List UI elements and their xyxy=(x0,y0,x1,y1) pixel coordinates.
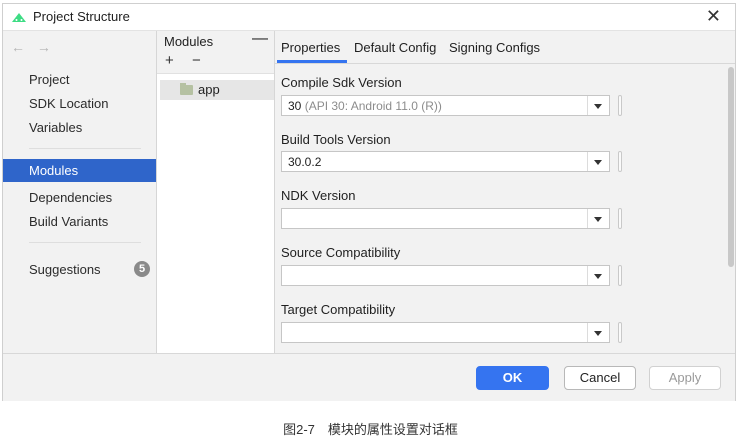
module-item-label: app xyxy=(198,82,220,97)
ndk-version-label: NDK Version xyxy=(281,188,356,203)
nav-item-sdk-location[interactable]: SDK Location xyxy=(29,96,109,111)
modules-panel: Modules — + − app xyxy=(157,30,275,353)
apply-button[interactable]: Apply xyxy=(649,366,721,390)
compile-sdk-label: Compile Sdk Version xyxy=(281,75,402,90)
properties-tab-bar: Properties Default Config Signing Config… xyxy=(275,31,735,64)
figure-caption: 图2-7 模块的属性设置对话框 xyxy=(283,422,458,437)
close-icon[interactable]: ✕ xyxy=(706,6,721,27)
dialog-button-bar: OK Cancel Apply xyxy=(3,353,735,401)
chevron-down-icon[interactable] xyxy=(587,152,609,171)
compile-sdk-value: 30 (API 30: Android 11.0 (R)) xyxy=(288,99,442,113)
ndk-version-combobox[interactable] xyxy=(281,208,610,229)
title-bar: Project Structure ✕ xyxy=(3,4,735,31)
tab-signing-configs[interactable]: Signing Configs xyxy=(449,40,540,55)
nav-item-variables[interactable]: Variables xyxy=(29,120,82,135)
compile-sdk-hint: (API 30: Android 11.0 (R)) xyxy=(304,99,442,113)
active-tab-indicator xyxy=(277,60,347,63)
nav-item-project[interactable]: Project xyxy=(29,72,69,87)
build-tools-value: 30.0.2 xyxy=(288,155,322,169)
nav-separator xyxy=(29,242,141,243)
collapse-icon[interactable]: — xyxy=(252,30,268,48)
nav-item-suggestions[interactable]: Suggestions xyxy=(29,262,101,277)
cancel-button[interactable]: Cancel xyxy=(564,366,636,390)
modules-header-label: Modules xyxy=(164,34,214,49)
modules-header: Modules — xyxy=(157,30,274,51)
android-studio-icon xyxy=(12,13,26,22)
tab-properties[interactable]: Properties xyxy=(281,40,340,55)
compile-sdk-combobox[interactable]: 30 (API 30: Android 11.0 (R)) xyxy=(281,95,610,116)
module-folder-icon xyxy=(180,83,193,95)
suggestions-count-badge: 5 xyxy=(134,261,150,277)
target-compatibility-combobox[interactable] xyxy=(281,322,610,343)
field-indicator xyxy=(618,322,622,343)
build-tools-label: Build Tools Version xyxy=(281,132,391,147)
nav-item-build-variants[interactable]: Build Variants xyxy=(29,214,108,229)
module-item-app[interactable]: app xyxy=(160,80,274,100)
field-indicator xyxy=(618,95,622,116)
project-structure-dialog: Project Structure ✕ ← → Project SDK Loca… xyxy=(2,3,736,401)
nav-separator xyxy=(29,148,141,149)
chevron-down-icon[interactable] xyxy=(587,323,609,342)
field-indicator xyxy=(618,151,622,172)
forward-arrow-icon[interactable]: → xyxy=(37,39,51,55)
left-navigation: ← → Project SDK Location Variables Modul… xyxy=(3,31,157,353)
nav-item-modules-label: Modules xyxy=(29,163,79,178)
window-title: Project Structure xyxy=(33,9,130,24)
chevron-down-icon[interactable] xyxy=(587,96,609,115)
field-indicator xyxy=(618,208,622,229)
build-tools-combobox[interactable]: 30.0.2 xyxy=(281,151,610,172)
module-properties-panel: Properties Default Config Signing Config… xyxy=(275,31,735,353)
source-compatibility-combobox[interactable] xyxy=(281,265,610,286)
tab-default-config[interactable]: Default Config xyxy=(354,40,436,55)
nav-item-dependencies[interactable]: Dependencies xyxy=(29,190,112,205)
ok-button[interactable]: OK xyxy=(476,366,549,390)
modules-toolbar: + − xyxy=(157,51,274,74)
target-compatibility-label: Target Compatibility xyxy=(281,302,396,317)
vertical-scrollbar[interactable] xyxy=(728,67,734,267)
add-module-icon[interactable]: + xyxy=(165,52,174,69)
remove-module-icon[interactable]: − xyxy=(192,52,201,69)
history-navigation: ← → xyxy=(11,39,59,55)
chevron-down-icon[interactable] xyxy=(587,209,609,228)
nav-item-modules[interactable]: Modules xyxy=(3,159,156,182)
chevron-down-icon[interactable] xyxy=(587,266,609,285)
back-arrow-icon[interactable]: ← xyxy=(11,39,25,55)
source-compatibility-label: Source Compatibility xyxy=(281,245,401,260)
field-indicator xyxy=(618,265,622,286)
